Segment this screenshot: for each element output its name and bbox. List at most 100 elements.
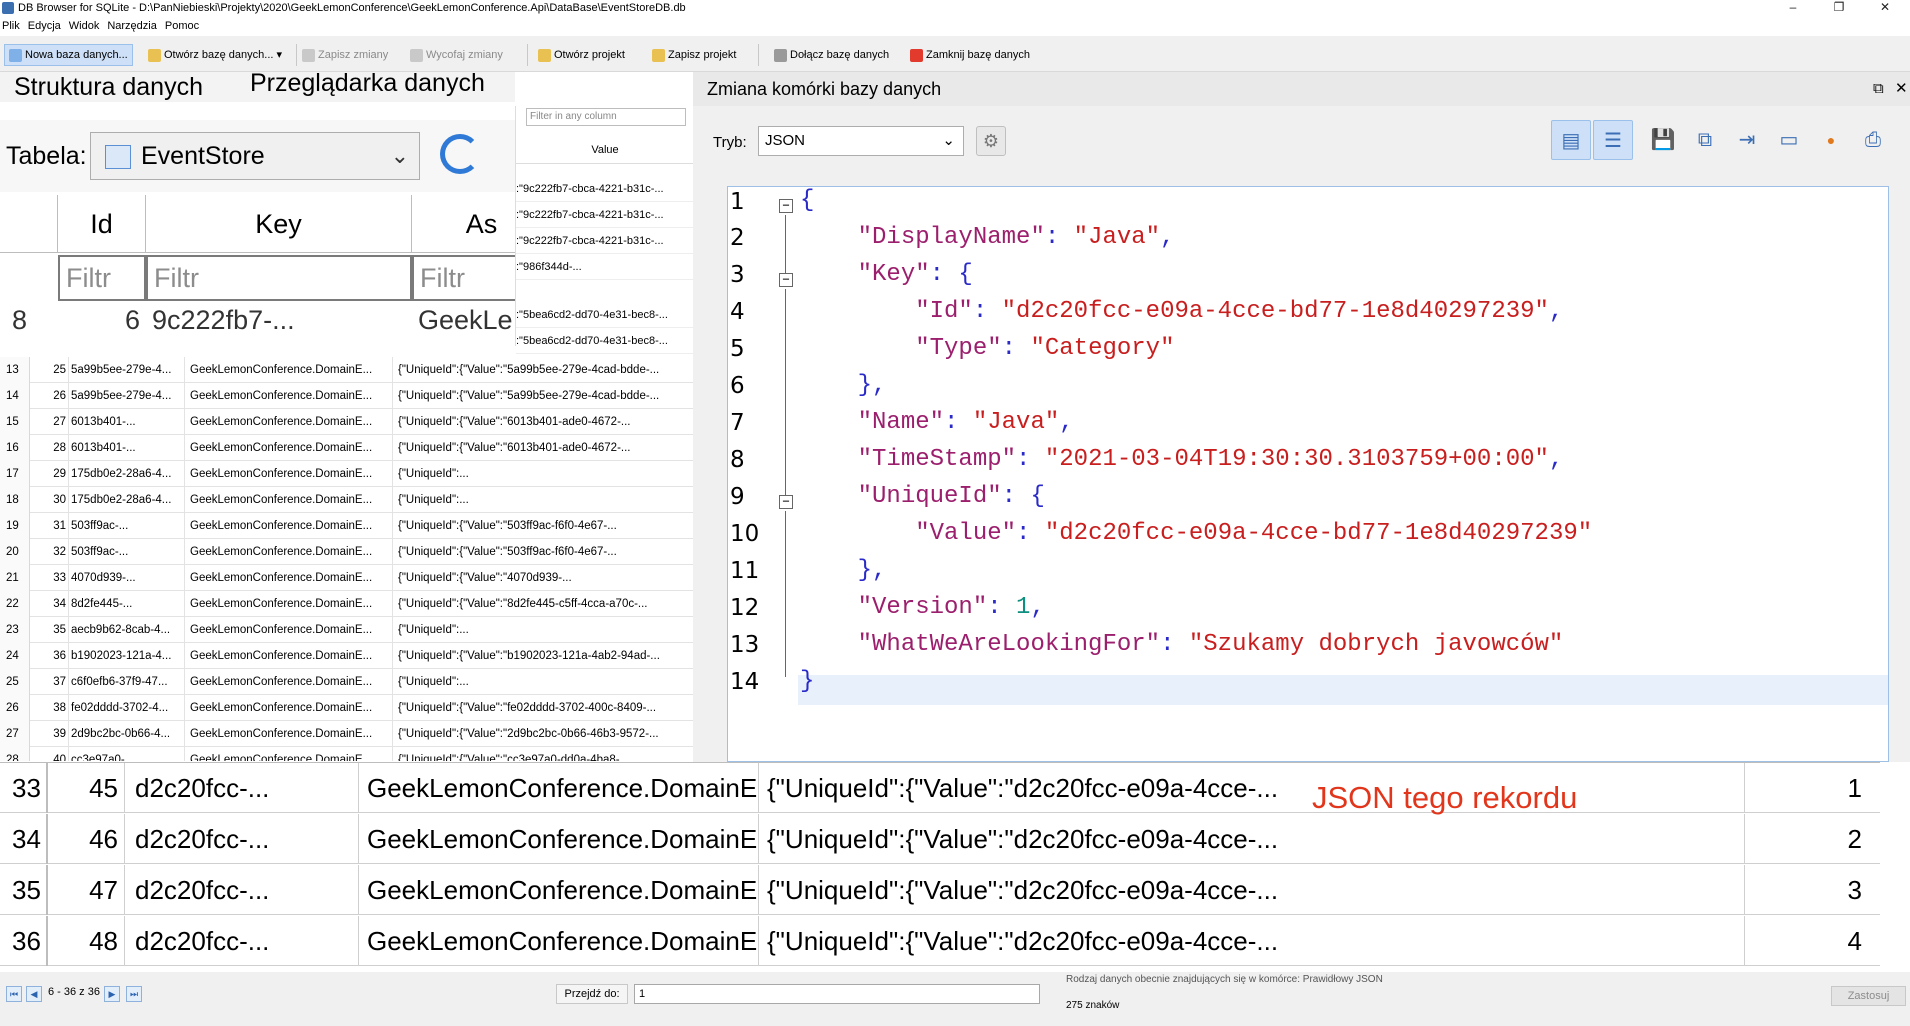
evaluation-icon[interactable]: ●	[1811, 120, 1851, 160]
cell-id[interactable]: 33	[30, 565, 66, 591]
cell-id[interactable]: 45	[48, 763, 122, 813]
filter-key-input[interactable]: Filtr	[146, 255, 412, 301]
table-row[interactable]: 33 45 d2c20fcc-... GeekLemonConference.Doma…	[0, 763, 1880, 813]
json-editor[interactable]: 1 2 3 4 5 6 7 8 9 10 11 12 13 14 − − − {…	[727, 186, 1889, 762]
cell-key[interactable]: 8d2fe445-...	[68, 591, 182, 617]
cell-aggregate[interactable]: GeekLemonConference.DomainE...	[184, 747, 392, 761]
cell-id[interactable]: 35	[30, 617, 66, 643]
minimize-button[interactable]: –	[1770, 0, 1816, 16]
cell-aggregate[interactable]: GeekLemonConference.DomainE...	[184, 357, 392, 383]
cell-key[interactable]: 175db0e2-28a6-4...	[68, 487, 182, 513]
gear-icon[interactable]: ⚙	[976, 126, 1006, 156]
table-row[interactable]: 18 30 175db0e2-28a6-4... GeekLemonConferenc…	[0, 487, 693, 513]
cell-id[interactable]: 29	[30, 461, 66, 487]
cell-id[interactable]: 27	[30, 409, 66, 435]
table-row[interactable]: 16 28 6013b401-... GeekLemonConference.Doma…	[0, 435, 693, 461]
cell-aggregate[interactable]: GeekLemonConference.DomainE...	[358, 916, 758, 966]
table-row[interactable]: 17 29 175db0e2-28a6-4... GeekLemonConferenc…	[0, 461, 693, 487]
cell-key[interactable]: d2c20fcc-...	[124, 865, 358, 915]
table-row[interactable]: 19 31 503ff9ac-... GeekLemonConference.Doma…	[0, 513, 693, 539]
cell-data[interactable]: {"UniqueId":{"Value":"5a99b5ee-279e-4cad…	[392, 357, 693, 383]
cell-data[interactable]: {"UniqueId":{"Value":"d2c20fcc-e09a-4cce…	[758, 763, 1744, 813]
cell-key[interactable]: d2c20fcc-...	[124, 814, 358, 864]
cell-id[interactable]: 28	[30, 435, 66, 461]
set-null-icon[interactable]: ▭	[1769, 120, 1809, 160]
table-row[interactable]: 23 35 aecb9b62-8cab-4... GeekLemonConferenc…	[0, 617, 693, 643]
fold-toggle-icon[interactable]: −	[779, 273, 793, 287]
cell-key[interactable]: 2d9bc2bc-0b66-4...	[68, 721, 182, 747]
cell-data[interactable]: {"UniqueId":...	[392, 617, 693, 643]
cell-aggregate[interactable]: GeekLemonConference.DomainE...	[358, 865, 758, 915]
cell-key[interactable]: 4070d939-...	[68, 565, 182, 591]
mode-select[interactable]: JSON ⌄	[758, 126, 964, 156]
float-pane-icon[interactable]: ⧉	[1873, 72, 1884, 106]
cell-data[interactable]: {"UniqueId":{"Value":"5a99b5ee-279e-4cad…	[392, 383, 693, 409]
new-database-button[interactable]: Nowa baza danych...	[4, 44, 133, 66]
menu-view[interactable]: Widok	[67, 16, 106, 36]
table-row[interactable]: 28 40 cc3e97a0-... GeekLemonConference.Doma…	[0, 747, 693, 761]
cell-aggregate[interactable]: GeekLemonConference.DomainE...	[184, 461, 392, 487]
close-database-button[interactable]: Zamknij bazę danych	[910, 45, 1030, 65]
cell-aggregate[interactable]: GeekLemonConference.DomainE...	[184, 487, 392, 513]
apply-button[interactable]: Zastosuj	[1831, 986, 1906, 1006]
open-project-button[interactable]: Otwórz projekt	[538, 45, 625, 65]
cell-id[interactable]: 46	[48, 814, 122, 864]
menu-file[interactable]: Plik	[0, 16, 26, 36]
filter-id-input[interactable]: Filtr	[58, 255, 146, 301]
cell-id[interactable]: 39	[30, 721, 66, 747]
print-icon[interactable]: ⎙	[1853, 120, 1893, 160]
cell-data[interactable]: {"UniqueId":{"Value":"8d2fe445-c5ff-4cca…	[392, 591, 693, 617]
table-row[interactable]: 25 37 c6f0efb6-37f9-47... GeekLemonConferen…	[0, 669, 693, 695]
cell-data[interactable]: {"UniqueId":{"Value":"b1902023-121a-4ab2…	[392, 643, 693, 669]
cell-key[interactable]: 6013b401-...	[68, 435, 182, 461]
table-row[interactable]: 21 33 4070d939-... GeekLemonConference.Doma…	[0, 565, 693, 591]
column-header-value[interactable]: Value	[516, 136, 694, 164]
value-cell[interactable]: :"9c222fb7-cbca-4221-b31c-...	[516, 202, 694, 228]
goto-input[interactable]: 1	[634, 984, 1040, 1004]
cell-key[interactable]: cc3e97a0-...	[68, 747, 182, 761]
menu-help[interactable]: Pomoc	[163, 16, 205, 36]
filter-aggregate-input[interactable]: Filtr	[412, 255, 515, 301]
cell-id[interactable]: 48	[48, 916, 122, 966]
filter-any-column-input[interactable]: Filter in any column	[526, 108, 686, 126]
cell-id[interactable]: 32	[30, 539, 66, 565]
cell-key[interactable]: c6f0efb6-37f9-47...	[68, 669, 182, 695]
cell-aggregate[interactable]: GeekLemonConference.DomainE...	[184, 695, 392, 721]
fold-toggle-icon[interactable]: −	[779, 199, 793, 213]
cell-data[interactable]: {"UniqueId":{"Value":"503ff9ac-f6f0-4e67…	[392, 539, 693, 565]
table-row[interactable]: 20 32 503ff9ac-... GeekLemonConference.Doma…	[0, 539, 693, 565]
cell-data[interactable]: {"UniqueId":{"Value":"fe02dddd-3702-400c…	[392, 695, 693, 721]
auto-format-icon[interactable]: ☰	[1593, 120, 1633, 160]
cell-id[interactable]: 47	[48, 865, 122, 915]
table-row[interactable]: 22 34 8d2fe445-... GeekLemonConference.Doma…	[0, 591, 693, 617]
cell-aggregate[interactable]: GeekLemonConference.DomainE...	[184, 565, 392, 591]
cell-id[interactable]: 31	[30, 513, 66, 539]
table-select[interactable]: EventStore ⌄	[90, 132, 420, 180]
cell-data[interactable]: {"UniqueId":{"Value":"d2c20fcc-e09a-4cce…	[758, 814, 1744, 864]
open-database-button[interactable]: Otwórz bazę danych... ▾	[148, 45, 282, 65]
cell-version[interactable]: 1	[1744, 763, 1880, 813]
cell-id[interactable]: 25	[30, 357, 66, 383]
copy-out-icon[interactable]: ⇥	[1727, 120, 1767, 160]
cell-data[interactable]: {"UniqueId":{"Value":"6013b401-ade0-4672…	[392, 435, 693, 461]
refresh-icon[interactable]	[440, 134, 480, 174]
value-cell[interactable]: :"5bea6cd2-dd70-4e31-bec8-...	[516, 302, 694, 328]
first-record-icon[interactable]: ⏮	[6, 986, 22, 1002]
value-cell[interactable]: :"9c222fb7-cbca-4221-b31c-...	[516, 176, 694, 202]
cell-data[interactable]: {"UniqueId":...	[392, 461, 693, 487]
cell-key[interactable]: 503ff9ac-...	[68, 513, 182, 539]
table-row[interactable]: 13 25 5a99b5ee-279e-4... GeekLemonConferenc…	[0, 357, 693, 383]
cell-aggregate[interactable]: GeekLemonConference.DomainE...	[184, 669, 392, 695]
cell-aggregate[interactable]: GeekLemonConference.DomainE...	[184, 721, 392, 747]
cell-id[interactable]: 6	[110, 305, 140, 335]
value-cell[interactable]: :"986f344d-...	[516, 254, 694, 280]
cell-key[interactable]: 5a99b5ee-279e-4...	[68, 383, 182, 409]
cell-aggregate[interactable]: GeekLemonConference.DomainE...	[184, 591, 392, 617]
column-header-key[interactable]: Key	[146, 195, 412, 253]
cell-data[interactable]: {"UniqueId":{"Value":"2d9bc2bc-0b66-46b3…	[392, 721, 693, 747]
import-icon[interactable]: 💾	[1643, 120, 1683, 160]
attach-database-button[interactable]: Dołącz bazę danych	[774, 45, 889, 65]
cell-key[interactable]: 9c222fb7-...	[152, 305, 352, 335]
table-row[interactable]: 15 27 6013b401-... GeekLemonConference.Doma…	[0, 409, 693, 435]
value-cell[interactable]: :"5bea6cd2-dd70-4e31-bec8-...	[516, 328, 694, 354]
